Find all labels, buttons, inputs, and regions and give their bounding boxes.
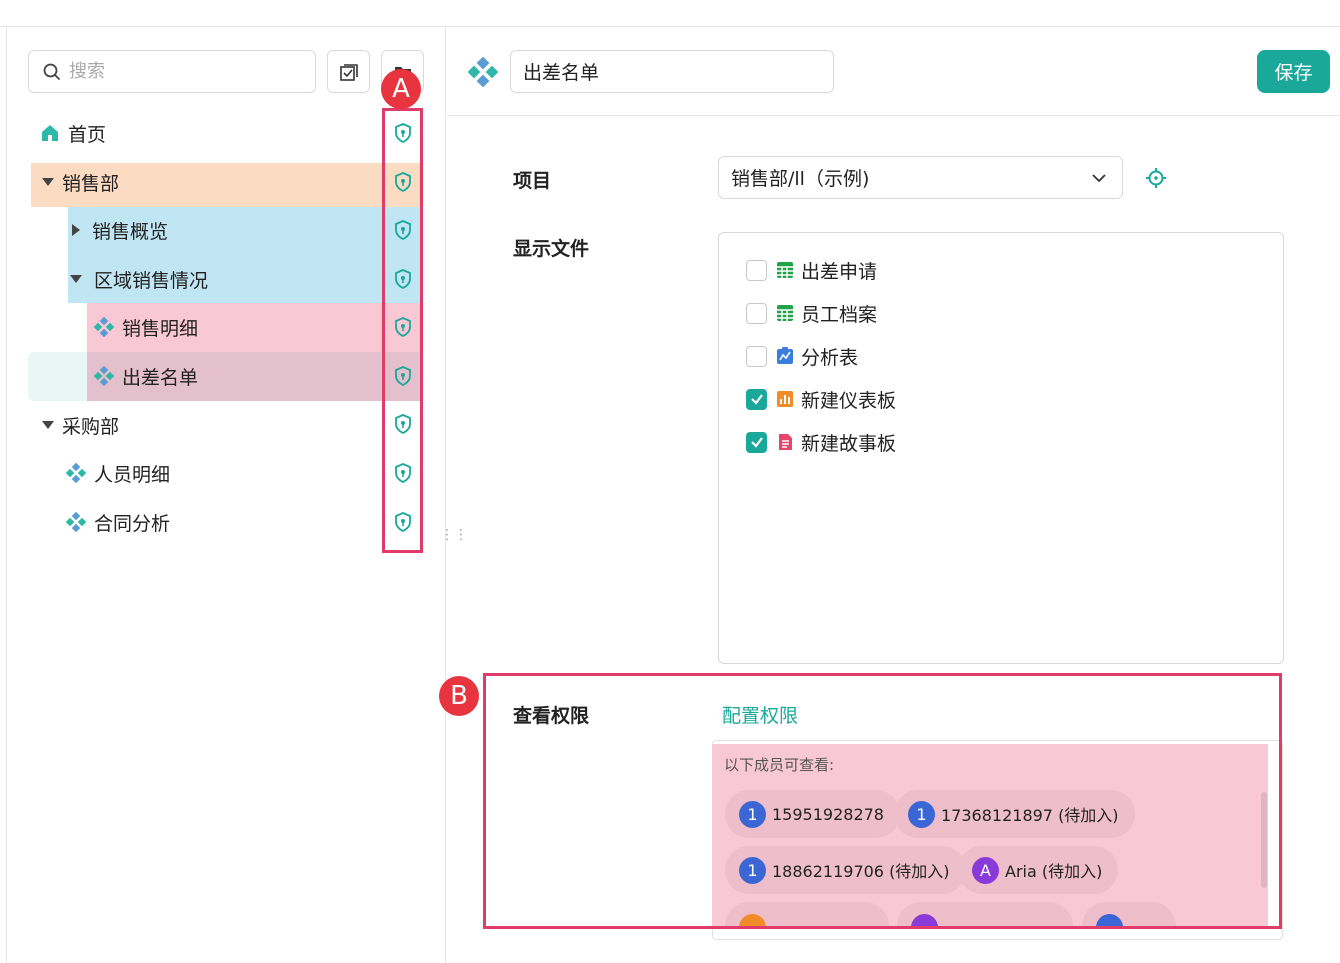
dashboard-diamond-icon <box>94 366 114 386</box>
locate-icon[interactable] <box>1145 167 1167 189</box>
file-checkbox[interactable] <box>746 302 767 324</box>
sidebar-item-label: 区域销售情况 <box>94 269 209 292</box>
sidebar-item-label: 首页 <box>68 123 107 146</box>
chevron-down-icon[interactable] <box>70 275 82 283</box>
file-label: 新建仪表板 <box>801 389 897 412</box>
file-label: 员工档案 <box>801 303 878 326</box>
sidebar-item-label: 销售明细 <box>122 317 199 340</box>
file-item[interactable]: 新建仪表板 <box>746 384 896 414</box>
home-icon <box>42 125 58 141</box>
file-item[interactable]: 新建故事板 <box>746 427 896 457</box>
dashboard-diamond-icon <box>94 317 114 337</box>
annotation-box-a <box>382 108 423 553</box>
annotation-badge-a: A <box>381 69 421 109</box>
story-board-icon <box>775 432 795 452</box>
check-icon <box>750 394 763 405</box>
files-label: 显示文件 <box>513 238 590 260</box>
sidebar-item-label: 人员明细 <box>94 463 171 486</box>
save-button[interactable]: 保存 <box>1257 50 1330 93</box>
file-checkbox[interactable] <box>746 259 767 281</box>
resize-handle[interactable]: ⋮⋮ <box>440 528 468 552</box>
file-checkbox[interactable] <box>746 345 767 367</box>
file-item[interactable]: 员工档案 <box>746 298 877 328</box>
spreadsheet-icon <box>775 303 795 323</box>
multi-select-button[interactable] <box>327 50 370 93</box>
sidebar-item-contract-analysis[interactable]: 合同分析 <box>66 499 170 545</box>
sidebar-item-label: 出差名单 <box>122 366 199 389</box>
sidebar-item-label: 采购部 <box>62 415 120 438</box>
sidebar-item-regional-sales[interactable]: 区域销售情况 <box>70 256 208 302</box>
project-label: 项目 <box>513 170 552 192</box>
dashboard-diamond-icon <box>66 512 86 532</box>
sidebar-item-purchasing[interactable]: 采购部 <box>42 402 119 448</box>
chevron-down-icon <box>1092 174 1106 183</box>
search-icon <box>43 63 61 80</box>
check-icon <box>750 437 763 448</box>
sidebar-item-label: 合同分析 <box>94 512 171 535</box>
sidebar-item-sales-overview[interactable]: 销售概览 <box>72 207 168 253</box>
sidebar-item-sales-detail[interactable]: 销售明细 <box>94 304 198 350</box>
analysis-chart-icon <box>775 346 795 366</box>
dashboard-diamond-icon <box>468 57 498 87</box>
chevron-down-icon[interactable] <box>42 421 54 429</box>
dashboard-diamond-icon <box>66 463 86 483</box>
checkbox-copy-icon <box>339 63 358 81</box>
spreadsheet-icon <box>775 260 795 280</box>
sidebar-item-home[interactable]: 首页 <box>40 110 106 156</box>
file-item[interactable]: 出差申请 <box>746 255 877 285</box>
sidebar-item-staff-detail[interactable]: 人员明细 <box>66 450 170 496</box>
title-input[interactable]: 出差名单 <box>510 50 834 93</box>
search-box[interactable] <box>28 50 316 93</box>
file-checkbox-checked[interactable] <box>746 388 767 410</box>
file-item[interactable]: 分析表 <box>746 341 858 371</box>
annotation-badge-b: B <box>439 676 479 716</box>
file-label: 新建故事板 <box>801 432 897 455</box>
file-label: 分析表 <box>801 346 859 369</box>
bar-chart-icon <box>775 389 795 409</box>
tree-selected-bg <box>28 352 87 401</box>
sidebar-item-label: 销售概览 <box>92 220 169 243</box>
sidebar-item-trip-list[interactable]: 出差名单 <box>94 353 198 399</box>
file-checkbox-checked[interactable] <box>746 431 767 453</box>
project-select[interactable]: 销售部/ll（示例) <box>718 156 1123 199</box>
annotation-box-b <box>483 673 1282 929</box>
search-input[interactable] <box>69 61 289 82</box>
project-select-value: 销售部/ll（示例) <box>731 168 870 190</box>
sidebar-item-label: 销售部 <box>62 172 120 195</box>
sidebar-item-sales[interactable]: 销售部 <box>42 159 119 205</box>
file-label: 出差申请 <box>801 260 878 283</box>
chevron-down-icon[interactable] <box>42 178 54 186</box>
chevron-right-icon[interactable] <box>72 224 80 236</box>
